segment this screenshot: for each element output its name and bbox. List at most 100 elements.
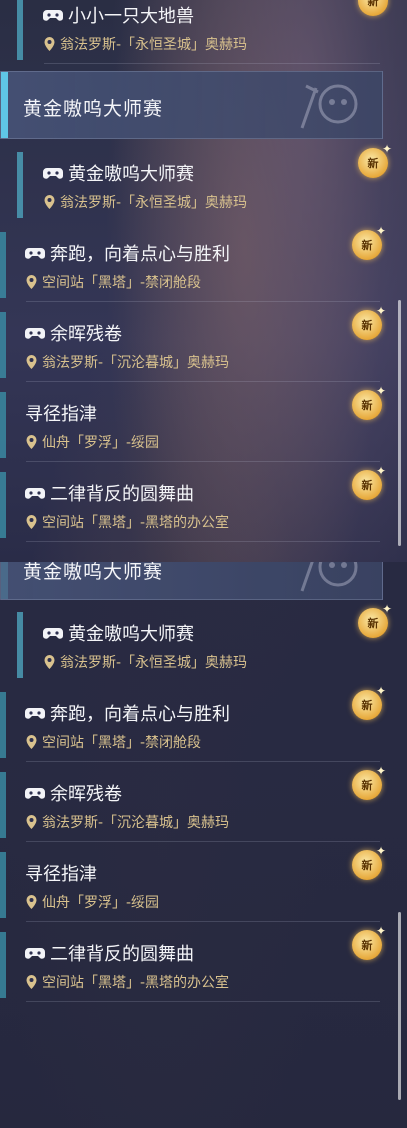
item-name: 奔跑，向着点心与胜利 [50, 244, 230, 265]
item-accent-bar [0, 312, 6, 378]
divider [26, 461, 380, 462]
gamepad-icon [25, 788, 45, 799]
item-name: 余晖残卷 [50, 324, 122, 345]
gamepad-icon [25, 248, 45, 259]
item-accent-bar [0, 472, 6, 538]
item-location: 翁法罗斯-「沉沦暮城」奥赫玛 [42, 355, 230, 371]
item-name: 寻径指津 [25, 404, 97, 425]
gamepad-icon [43, 628, 63, 639]
quest-list-panel-bottom: 黄金嗷呜大师赛 黄金嗷呜大师赛 翁法罗斯-「永恒圣城」奥赫玛 新 ✦ 奔跑，向着点… [0, 562, 407, 1128]
item-name: 奔跑，向着点心与胜利 [50, 704, 230, 725]
item-location: 空间站「黑塔」-禁闭舱段 [42, 735, 202, 751]
map-pin-icon [26, 895, 37, 909]
item-name: 二律背反的圆舞曲 [50, 484, 194, 505]
gamepad-icon [25, 948, 45, 959]
quest-list-panel-top: 小小一只大地兽 翁法罗斯-「永恒圣城」奥赫玛 新✦ 黄金嗷呜大师赛 黄金嗷呜大师… [0, 0, 407, 562]
item-accent-bar [0, 692, 6, 758]
item-name: 黄金嗷呜大师赛 [68, 164, 194, 185]
item-name: 寻径指津 [25, 864, 97, 885]
scrollbar-thumb[interactable] [398, 300, 401, 546]
item-name: 黄金嗷呜大师赛 [68, 624, 194, 645]
item-location: 翁法罗斯-「永恒圣城」奥赫玛 [60, 655, 248, 671]
new-star-badge-icon: 新✦ [352, 684, 386, 720]
new-star-badge-icon: 新✦ [352, 464, 386, 500]
item-accent-bar [17, 0, 23, 60]
item-name: 小小一只大地兽 [68, 6, 194, 27]
item-location: 空间站「黑塔」-黑塔的办公室 [42, 515, 230, 531]
item-accent-bar [0, 392, 6, 458]
divider [26, 1001, 380, 1002]
section-header[interactable]: 黄金嗷呜大师赛 [0, 562, 383, 600]
mascot-emblem-icon [300, 84, 358, 129]
list-item[interactable]: 小小一只大地兽 翁法罗斯-「永恒圣城」奥赫玛 新✦ [0, 0, 388, 64]
new-star-badge-icon: 新✦ [352, 304, 386, 340]
map-pin-icon [44, 195, 55, 209]
new-star-badge-icon: 新✦ [352, 224, 386, 260]
list-item[interactable]: 余晖残卷 翁法罗斯-「沉沦暮城」奥赫玛 新 ✦ [0, 304, 386, 382]
map-pin-icon [44, 655, 55, 669]
item-accent-bar [17, 612, 23, 678]
sparkle-icon: ✦ [375, 224, 386, 238]
list-item[interactable]: 寻径指津 仙舟「罗浮」-绥园 新 ✦ [0, 384, 386, 462]
sparkle-icon: ✦ [375, 304, 386, 318]
gamepad-icon [43, 10, 63, 21]
section-title: 黄金嗷呜大师赛 [23, 562, 164, 583]
map-pin-icon [26, 735, 37, 749]
item-name: 余晖残卷 [50, 784, 122, 805]
item-location: 空间站「黑塔」-禁闭舱段 [42, 275, 202, 291]
gamepad-icon [25, 708, 45, 719]
map-pin-icon [26, 515, 37, 529]
item-accent-bar [0, 772, 6, 838]
section-accent-bar [1, 562, 8, 599]
list-item[interactable]: 黄金嗷呜大师赛 翁法罗斯-「永恒圣城」奥赫玛 新 ✦ [0, 142, 392, 222]
sparkle-icon: ✦ [375, 684, 386, 698]
item-location: 空间站「黑塔」-黑塔的办公室 [42, 975, 230, 991]
divider [26, 541, 380, 542]
divider [26, 381, 380, 382]
map-pin-icon [26, 975, 37, 989]
divider [26, 761, 380, 762]
list-item[interactable]: 黄金嗷呜大师赛 翁法罗斯-「永恒圣城」奥赫玛 新 ✦ [0, 602, 392, 682]
map-pin-icon [26, 435, 37, 449]
list-item[interactable]: 余晖残卷 翁法罗斯-「沉沦暮城」奥赫玛 新 ✦ [0, 764, 386, 842]
sparkle-icon: ✦ [381, 142, 392, 156]
map-pin-icon [44, 37, 55, 51]
gamepad-icon [43, 168, 63, 179]
divider [26, 921, 380, 922]
new-star-badge-icon: 新✦ [358, 0, 388, 16]
mascot-emblem-icon [300, 562, 358, 592]
item-accent-bar [0, 232, 6, 298]
gamepad-icon [25, 328, 45, 339]
item-accent-bar [17, 152, 23, 218]
new-star-badge-icon: 新✦ [352, 844, 386, 880]
item-location: 仙舟「罗浮」-绥园 [42, 895, 160, 911]
map-pin-icon [26, 815, 37, 829]
sparkle-icon: ✦ [375, 764, 386, 778]
divider [44, 63, 380, 64]
new-star-badge-icon: 新✦ [358, 602, 392, 638]
item-location: 翁法罗斯-「永恒圣城」奥赫玛 [60, 195, 248, 211]
list-item[interactable]: 奔跑，向着点心与胜利 空间站「黑塔」-禁闭舱段 新 ✦ [0, 224, 386, 302]
list-item[interactable]: 寻径指津 仙舟「罗浮」-绥园 新 ✦ [0, 844, 386, 922]
divider [26, 301, 380, 302]
section-accent-bar [1, 72, 8, 138]
list-item[interactable]: 二律背反的圆舞曲 空间站「黑塔」-黑塔的办公室 新 ✦ [0, 924, 386, 1002]
sparkle-icon: ✦ [381, 602, 392, 616]
item-location: 仙舟「罗浮」-绥园 [42, 435, 160, 451]
new-star-badge-icon: 新✦ [358, 142, 392, 178]
section-header[interactable]: 黄金嗷呜大师赛 [0, 71, 383, 139]
sparkle-icon: ✦ [375, 844, 386, 858]
item-accent-bar [0, 932, 6, 998]
list-item[interactable]: 奔跑，向着点心与胜利 空间站「黑塔」-禁闭舱段 新 ✦ [0, 684, 386, 762]
list-item[interactable]: 二律背反的圆舞曲 空间站「黑塔」-黑塔的办公室 新 ✦ [0, 464, 386, 542]
item-location: 翁法罗斯-「沉沦暮城」奥赫玛 [42, 815, 230, 831]
new-star-badge-icon: 新✦ [352, 924, 386, 960]
sparkle-icon: ✦ [375, 924, 386, 938]
map-pin-icon [26, 275, 37, 289]
item-accent-bar [0, 852, 6, 918]
new-star-badge-icon: 新✦ [352, 384, 386, 420]
sparkle-icon: ✦ [375, 384, 386, 398]
scrollbar-thumb[interactable] [398, 912, 401, 1100]
map-pin-icon [26, 355, 37, 369]
section-title: 黄金嗷呜大师赛 [23, 98, 164, 120]
